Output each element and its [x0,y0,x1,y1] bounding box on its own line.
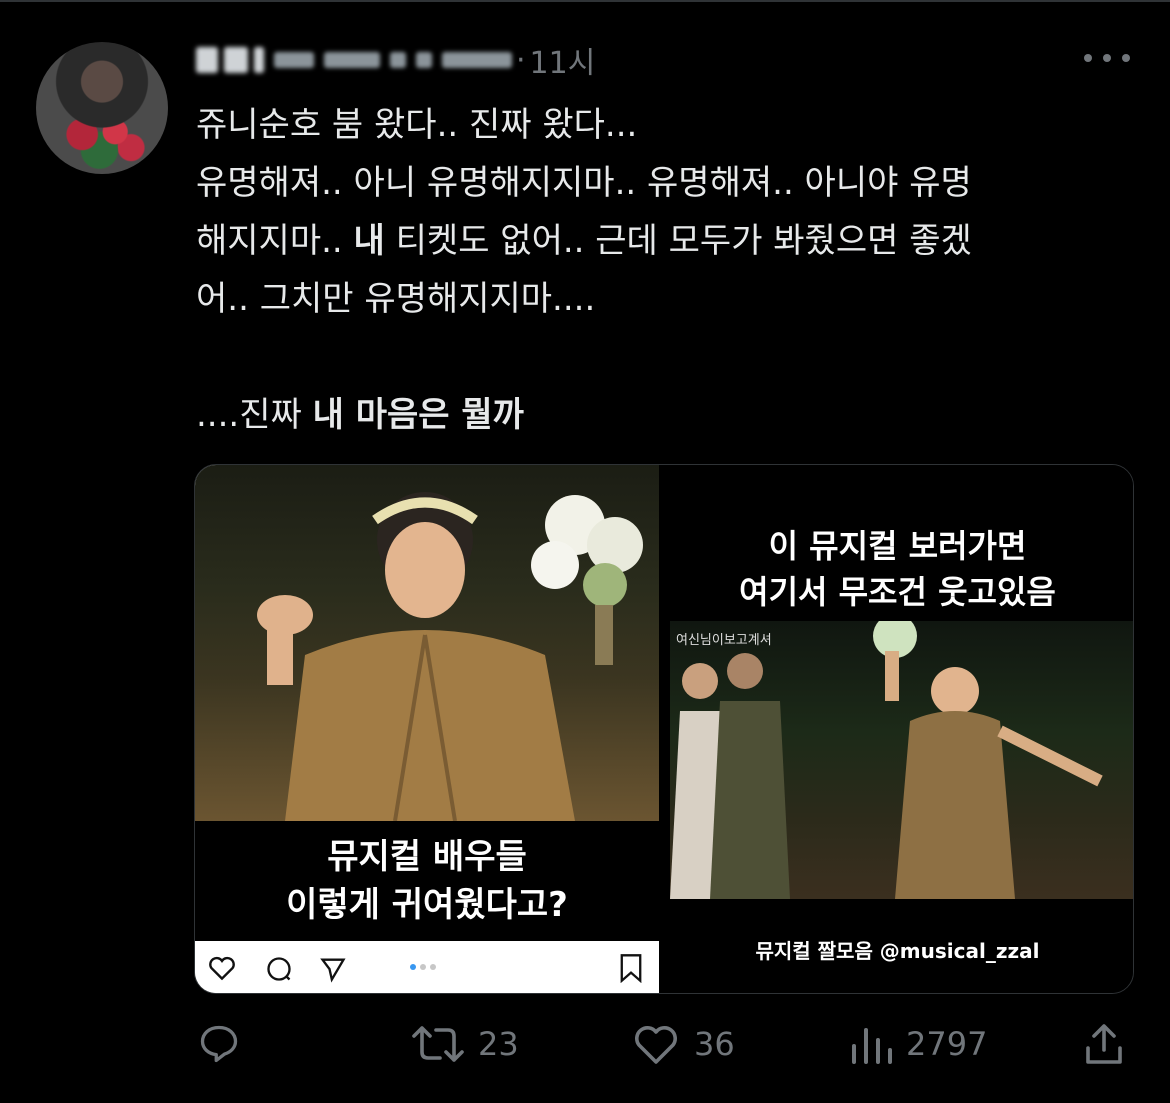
tweet-line: ....진짜 내 마음은 뭘까 [196,395,524,435]
more-options-icon[interactable] [1084,46,1130,70]
media-grid[interactable]: 뮤지컬 배우들 이렇게 귀여웠다고? 이 뮤지컬 보러가면 여기서 무조건 웃고… [194,464,1134,994]
instagram-action-bar [195,941,659,993]
post-time[interactable]: 11시 [530,38,596,82]
heart-icon [635,1026,677,1064]
tweet-line: 해지지마.. 내 티켓도 없어.. 근데 모두가 봐줬으면 좋겠 [196,221,972,261]
heart-icon [209,956,235,981]
view-count: 2797 [906,1025,988,1063]
retweet-icon [412,1026,464,1062]
tweet-line: 어.. 그치만 유명해지지마.... [196,279,596,319]
retweet-count: 23 [478,1025,519,1063]
right-title: 이 뮤지컬 보러가면 여기서 무조건 웃고있음 [739,527,1056,611]
tweet-line: 쥬니순호 붐 왔다.. 진짜 왔다... [196,105,638,145]
avatar[interactable] [36,42,168,174]
header-separator: · [516,42,526,78]
bookmark-icon [620,954,642,983]
tweet: · 11시 쥬니순호 붐 왔다.. 진짜 왔다... 유명해져.. 아니 유명해… [0,0,1170,1103]
carousel-dots-icon [410,964,436,970]
reply-button[interactable] [196,1016,242,1072]
like-count: 36 [694,1025,735,1063]
like-button[interactable]: 36 [632,1016,735,1072]
media-image-right[interactable]: 이 뮤지컬 보러가면 여기서 무조건 웃고있음 여신님이보고계셔 뮤지컬 짤모음 [662,465,1133,993]
top-divider [0,0,1170,2]
display-name-redacted[interactable] [196,47,512,73]
tweet-text: 쥬니순호 붐 왔다.. 진짜 왔다... 유명해져.. 아니 유명해지지마.. … [196,96,1146,444]
reply-icon [200,1025,238,1063]
left-caption: 뮤지컬 배우들 이렇게 귀여웠다고? [195,821,659,941]
tweet-line: 유명해져.. 아니 유명해지지마.. 유명해져.. 아니야 유명 [196,163,972,203]
stage-photo: 여신님이보고계셔 [670,614,1133,899]
action-bar: 23 36 2797 [196,1016,1136,1072]
comment-icon [267,957,291,981]
share-icon [320,958,346,983]
share-button[interactable] [1082,1016,1126,1072]
actor-photo [195,465,659,822]
retweet-button[interactable]: 23 [412,1016,519,1072]
share-upload-icon [1086,1024,1122,1064]
media-image-left[interactable]: 뮤지컬 배우들 이렇게 귀여웠다고? [195,465,659,993]
right-photo-label: 여신님이보고계셔 [676,633,772,648]
right-credit: 뮤지컬 짤모음 @musical_zzal [755,939,1040,963]
views-button[interactable]: 2797 [848,1016,987,1072]
tweet-header: · 11시 [196,38,595,82]
views-chart-icon [852,1028,892,1064]
